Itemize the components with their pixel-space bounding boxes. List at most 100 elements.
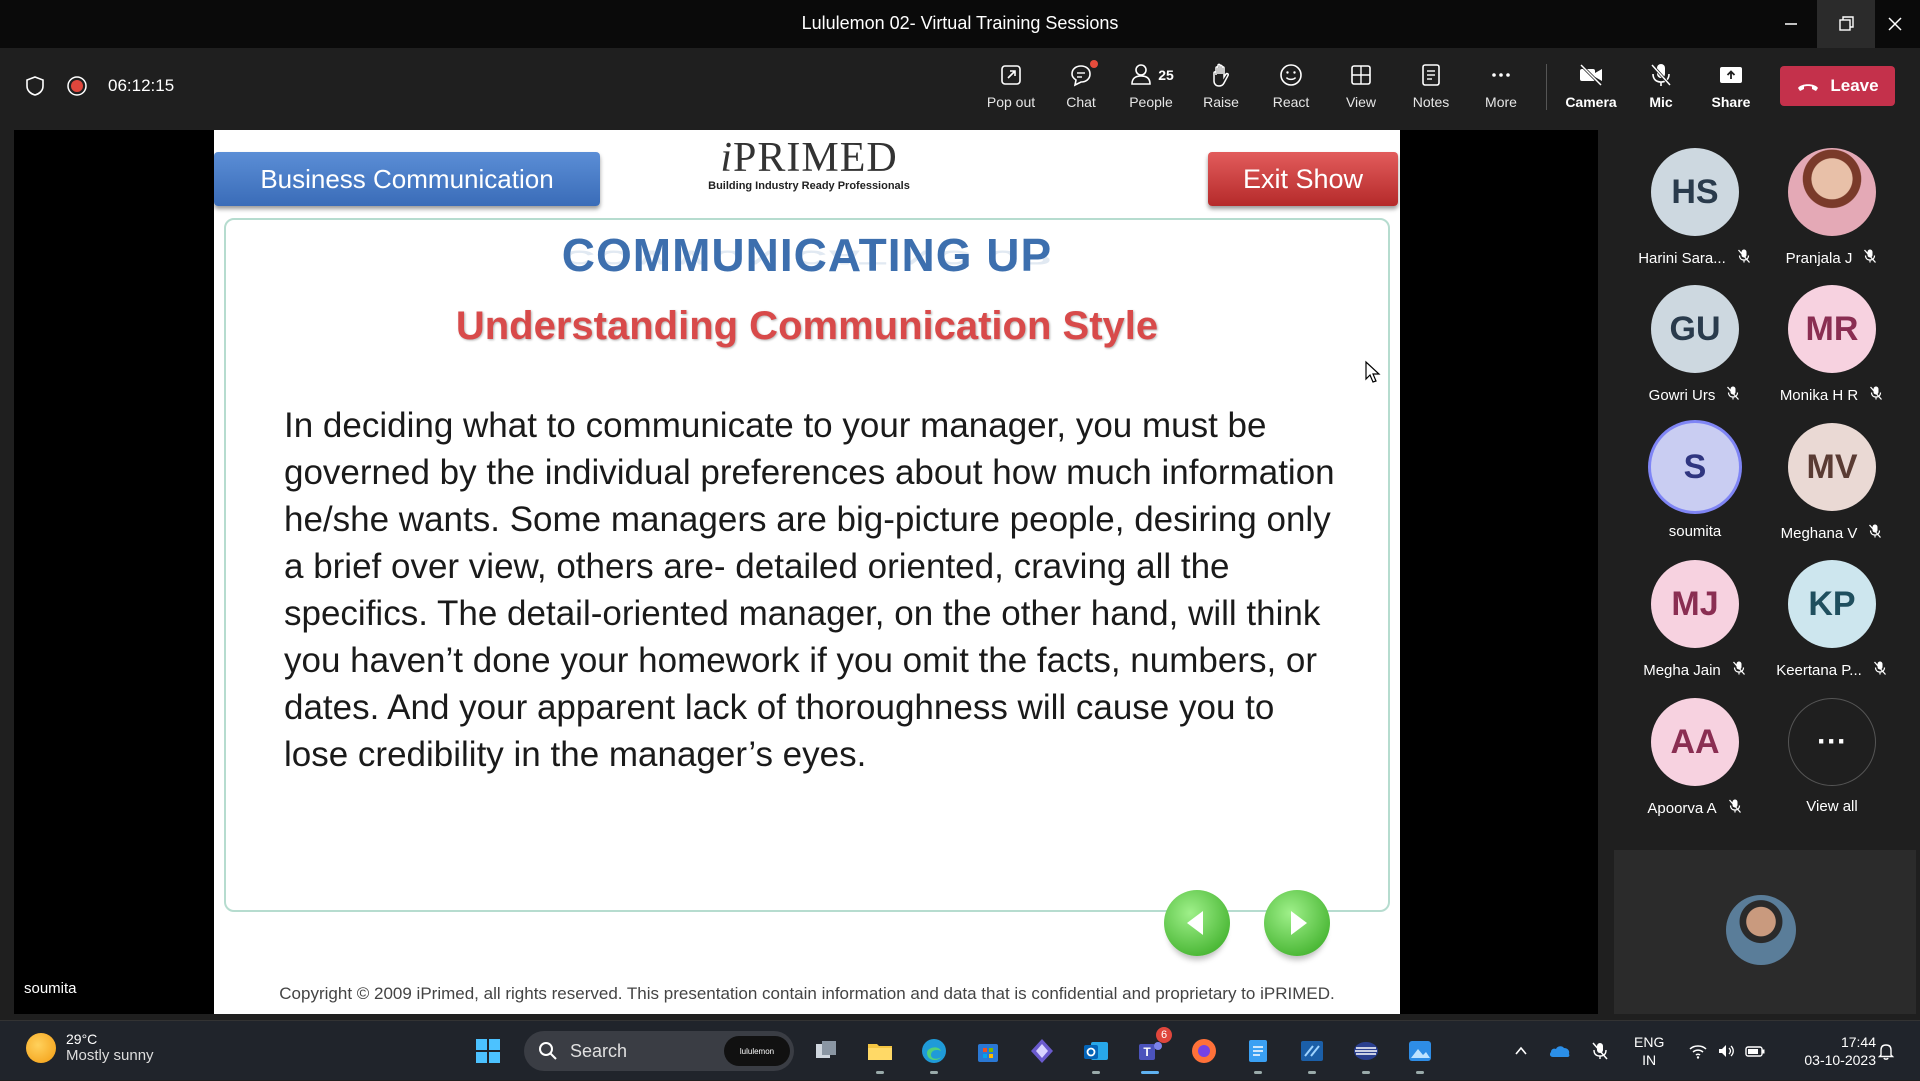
participant-tile[interactable]: KP Keertana P... [1762,560,1902,690]
taskbar-copilot[interactable] [1024,1033,1060,1069]
taskbar-photos[interactable] [1402,1033,1438,1069]
participant-name: Keertana P... [1776,661,1862,679]
taskbar-outlook[interactable] [1078,1033,1114,1069]
participant-tile[interactable]: Ssoumita [1625,423,1765,553]
language-code: ENG [1634,1034,1665,1050]
chat-button[interactable]: Chat [1048,58,1114,120]
participant-avatar: HS [1651,148,1739,236]
mic-muted-icon [1868,385,1884,405]
active-speaker-label: soumita [24,980,77,997]
more-button[interactable]: More [1468,58,1534,120]
slide-heading-reflection: COMMUNICATING UP [561,246,1053,270]
react-label: React [1272,94,1310,110]
mic-muted-tray[interactable] [1590,1021,1610,1081]
participant-tile[interactable]: MV Meghana V [1762,423,1902,553]
raise-hand-icon [1213,63,1229,87]
notepad-icon [1249,1040,1267,1062]
participant-tile[interactable]: Pranjala J [1762,148,1902,278]
meeting-toolbar: 06:12:15 Pop out Chat 25 People Raise Re… [0,48,1920,128]
react-button[interactable]: React [1258,58,1324,120]
next-slide-button[interactable] [1264,890,1330,956]
system-tray-quick-settings[interactable] [1688,1021,1766,1081]
participant-name: Megha Jain [1643,661,1721,679]
share-screen-icon [1720,67,1742,83]
notes-button[interactable]: Notes [1398,58,1464,120]
outlook-icon [1084,1042,1108,1060]
camera-button[interactable]: Camera [1558,58,1624,120]
participant-tile[interactable]: MR Monika H R [1762,285,1902,415]
close-button[interactable] [1866,0,1920,48]
participant-tile[interactable]: HS Harini Sara... [1625,148,1765,278]
people-button[interactable]: 25 People [1118,58,1184,120]
camera-off-icon [1579,63,1603,87]
participant-tile[interactable]: AA Apoorva A [1625,698,1765,828]
participant-name: Meghana V [1780,524,1858,542]
active-app-indicator [1141,1071,1159,1074]
clock-date: 03-10-2023 [1804,1052,1876,1068]
volume-icon [1719,1045,1734,1057]
view-label: View [1345,94,1377,110]
iprimed-logo: iPRIMED Building Industry Ready Professi… [704,134,914,210]
exit-show-button[interactable]: Exit Show [1208,152,1398,206]
taskbar-task-view[interactable] [808,1033,844,1069]
taskbar-notepad[interactable] [1240,1033,1276,1069]
participant-name: Monika H R [1779,386,1859,404]
people-label: People [1129,94,1173,110]
previous-slide-button[interactable] [1164,890,1230,956]
participant-avatar: MJ [1651,560,1739,648]
view-button[interactable]: View [1328,58,1394,120]
mic-button[interactable]: Mic [1628,58,1694,120]
share-button[interactable]: Share [1698,58,1764,120]
view-all-button[interactable]: ··· View all [1762,698,1902,828]
search-placeholder: Search [570,1040,628,1061]
edge-browser-icon [922,1039,946,1063]
participant-name-row: Megha Jain [1643,660,1747,680]
running-indicator [1308,1071,1316,1074]
business-communication-button[interactable]: Business Communication [214,152,600,206]
participant-avatar: KP [1788,560,1876,648]
app-stripes-icon [1354,1042,1378,1060]
taskbar-app[interactable] [1348,1033,1384,1069]
participant-tile[interactable]: MJ Megha Jain [1625,560,1765,690]
notifications-button[interactable] [1876,1021,1896,1081]
logo-prefix: i [720,135,733,181]
leave-button[interactable]: Leave [1780,66,1895,106]
arrow-right-icon [1291,911,1307,935]
taskbar-edge[interactable] [916,1033,952,1069]
start-button[interactable] [470,1033,506,1069]
participant-avatar: GU [1651,285,1739,373]
taskbar-search[interactable]: Search lululemon [524,1031,794,1071]
show-hidden-icons[interactable] [1512,1021,1530,1081]
copilot-icon [1031,1039,1053,1063]
people-icon [1131,64,1152,85]
arrow-left-icon [1187,911,1203,935]
more-label: More [1485,94,1517,110]
taskbar-store[interactable] [970,1033,1006,1069]
minimize-button[interactable] [1762,0,1820,48]
taskbar-snipping-tool[interactable] [1294,1033,1330,1069]
raise-hand-button[interactable]: Raise [1188,58,1254,120]
running-indicator [876,1071,884,1074]
popout-button[interactable]: Pop out [978,58,1044,120]
shield-icon[interactable] [24,75,46,97]
onedrive-cloud-icon [1549,1046,1570,1057]
taskbar-teams[interactable]: T 6 [1132,1027,1172,1069]
title-bar: Lululemon 02- Virtual Training Sessions [0,0,1920,48]
participant-name-row: soumita [1669,523,1722,540]
weather-widget[interactable]: 29°C Mostly sunny [26,1031,154,1064]
taskbar-firefox[interactable] [1186,1033,1222,1069]
participant-tile[interactable]: GU Gowri Urs [1625,285,1765,415]
taskbar-file-explorer[interactable] [862,1033,898,1069]
chevron-up-icon [1515,1046,1527,1055]
onedrive-tray[interactable] [1548,1021,1572,1081]
sun-icon [26,1032,56,1063]
raise-label: Raise [1203,94,1239,110]
language-indicator[interactable]: ENG IN [1634,1021,1664,1081]
close-icon [1888,17,1902,31]
minimize-icon [1785,23,1797,25]
participant-name-row: Keertana P... [1776,660,1888,680]
window-title: Lululemon 02- Virtual Training Sessions [801,13,1119,33]
chat-unread-dot [1090,60,1098,68]
windows-logo-icon [476,1039,500,1063]
taskbar-clock[interactable]: 17:44 03-10-2023 [1786,1033,1876,1069]
